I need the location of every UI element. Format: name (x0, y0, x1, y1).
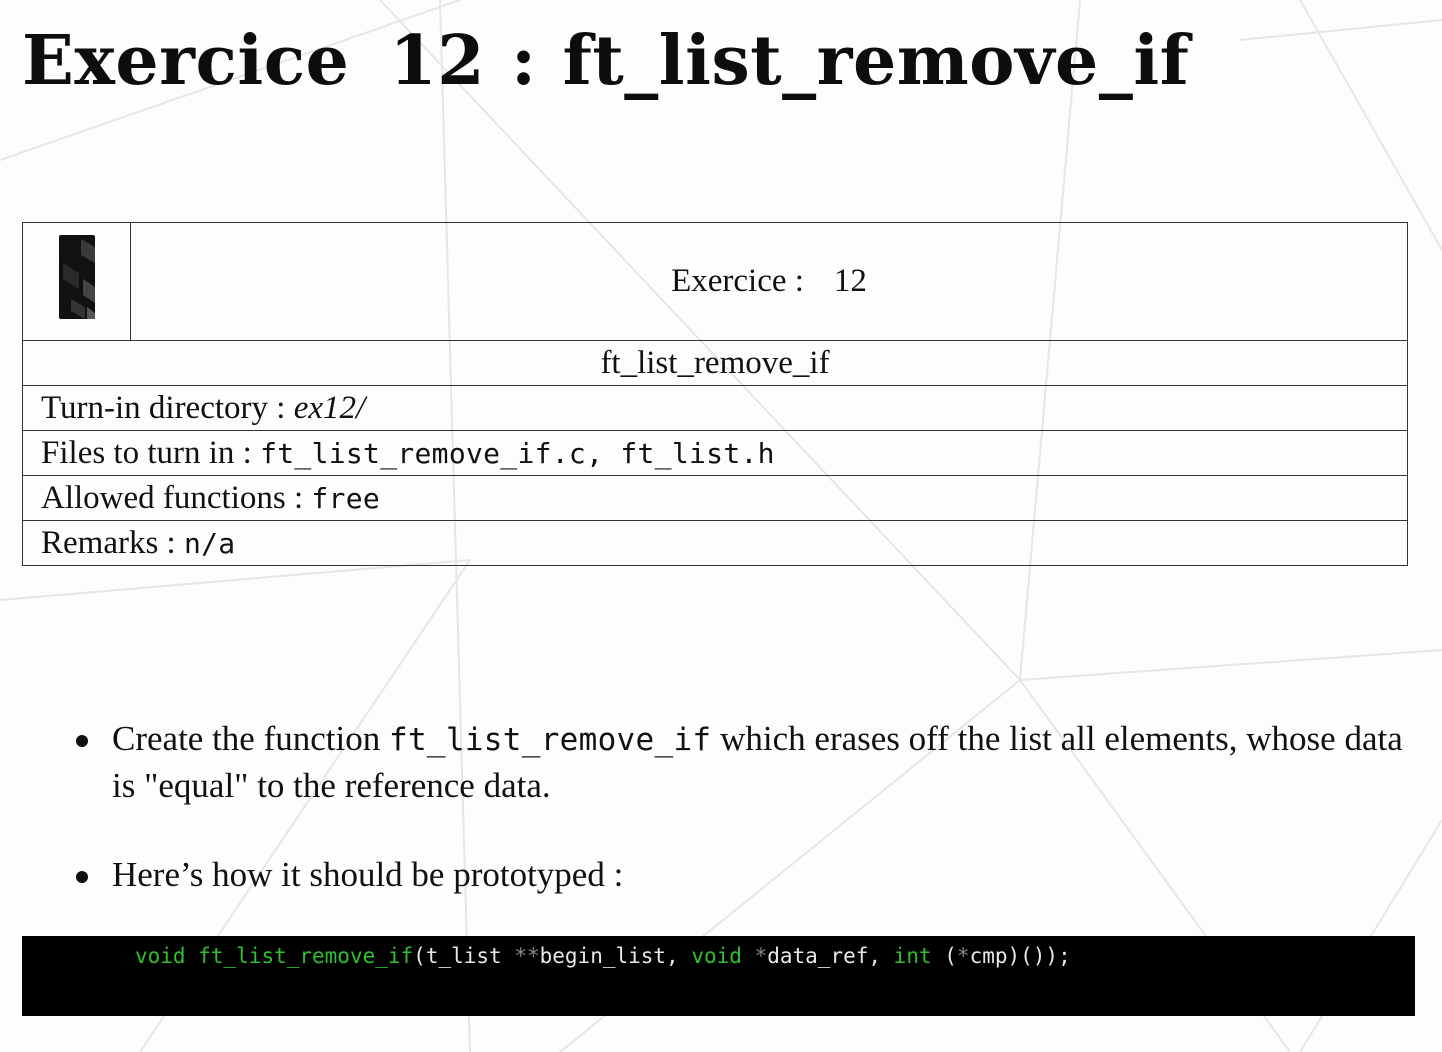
code-text: ( (931, 944, 957, 968)
code-operator: * (956, 944, 970, 968)
code-operator: * (754, 944, 768, 968)
bullet-2-text: Here’s how it should be prototyped : (112, 855, 624, 894)
remarks-row: Remarks : n/a (22, 520, 1408, 566)
title-word: Exercice (22, 21, 350, 101)
title-colon: : (511, 21, 537, 101)
code-operator: ** (514, 944, 540, 968)
files-value: ft_list_remove_if.c, ft_list.h (260, 436, 775, 470)
list-item: Create the function ft_list_remove_if wh… (72, 716, 1412, 808)
files-label: Files to turn in : (41, 434, 252, 471)
turn-in-row: Turn-in directory : ex12/ (22, 385, 1408, 431)
exercise-page: Exercice 12: ft_list_remove_if Exercice : 1… (0, 0, 1442, 1052)
turn-in-cell: Turn-in directory : ex12/ (22, 385, 1408, 431)
bullet-1-prefix: Create the function (112, 719, 389, 758)
remarks-cell: Remarks : n/a (22, 520, 1408, 566)
title-number: 12 (389, 21, 486, 101)
function-name-row: ft_list_remove_if (22, 340, 1408, 386)
exercise-info-table: Exercice : 12 ft_list_remove_if Turn-in d… (22, 222, 1408, 566)
code-keyword: void (135, 944, 186, 968)
instructions-list: Create the function ft_list_remove_if wh… (72, 716, 1412, 897)
turn-in-label: Turn-in directory : (41, 389, 286, 426)
logo-cell (22, 222, 131, 341)
code-text: (t_list (413, 944, 515, 968)
code-text: cmp)()); (969, 944, 1071, 968)
code-keyword: void (691, 944, 742, 968)
allowed-cell: Allowed functions : free (22, 475, 1408, 521)
prototype-code-block: void ft_list_remove_if(t_list **begin_li… (22, 936, 1415, 1016)
function-name-cell: ft_list_remove_if (22, 340, 1408, 386)
files-cell: Files to turn in : ft_list_remove_if.c, … (22, 430, 1408, 476)
42-logo-icon (58, 235, 95, 319)
code-text: begin_list, (539, 944, 692, 968)
info-header-row: Exercice : 12 (22, 222, 1408, 341)
allowed-label: Allowed functions : (41, 479, 304, 516)
remarks-label: Remarks : (41, 524, 176, 561)
code-text: data_ref, (767, 944, 894, 968)
bullet-icon (76, 735, 88, 747)
allowed-row: Allowed functions : free (22, 475, 1408, 521)
remarks-value: n/a (183, 526, 236, 560)
allowed-value: free (311, 481, 381, 515)
title-function-name: ft_list_remove_if (562, 21, 1190, 101)
files-row: Files to turn in : ft_list_remove_if.c, … (22, 430, 1408, 476)
exercise-number-cell: Exercice : 12 (130, 222, 1408, 341)
exercise-number: 12 (833, 263, 867, 299)
bullet-icon (76, 871, 88, 883)
prototype-code-line: void ft_list_remove_if(t_list **begin_li… (135, 942, 1071, 970)
exercise-label: Exercice : (671, 263, 804, 299)
code-keyword: int (893, 944, 932, 968)
code-function-name: ft_list_remove_if (198, 944, 414, 968)
turn-in-value: ex12/ (293, 389, 366, 426)
page-title: Exercice 12: ft_list_remove_if (22, 20, 1189, 102)
list-item: Here’s how it should be prototyped : (72, 852, 1412, 897)
bullet-1-code: ft_list_remove_if (388, 722, 712, 758)
